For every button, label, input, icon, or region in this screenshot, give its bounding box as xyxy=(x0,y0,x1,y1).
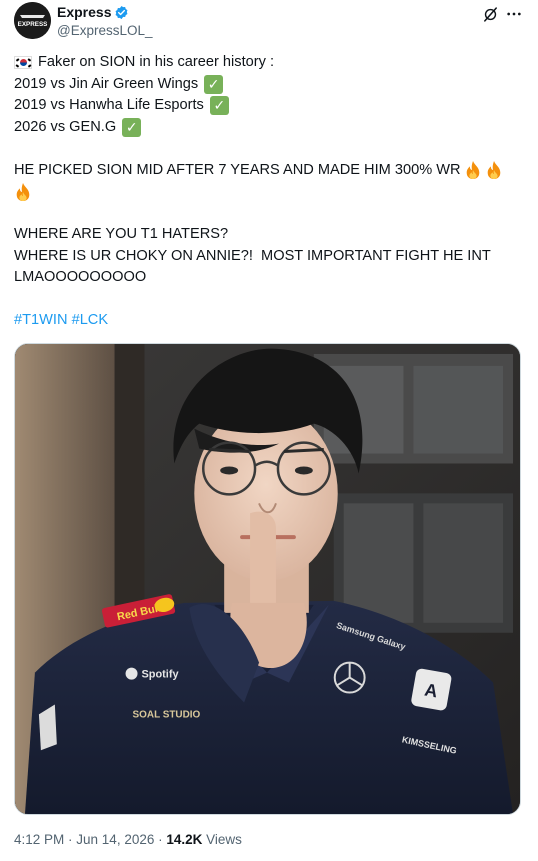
more-icon[interactable] xyxy=(504,4,524,24)
hashtag-link[interactable]: #T1WIN xyxy=(14,310,68,332)
check-mark-icon: ✓ xyxy=(204,74,224,94)
tweet-line: WHERE IS UR CHOKY ON ANNIE?! MOST IMPORT… xyxy=(14,246,524,268)
tweet-text-line: 2019 vs Jin Air Green Wings xyxy=(14,75,199,92)
author-handle[interactable]: @ExpressLOL_ xyxy=(57,23,153,38)
tweet-line: 2026 vs GEN.G ✓ xyxy=(14,117,524,139)
soal-studio-logo-text: SOAL STUDIO xyxy=(133,709,201,720)
south-korea-flag-icon xyxy=(14,56,32,70)
tweet-line: WHERE ARE YOU T1 HATERS? xyxy=(14,224,524,246)
verified-badge-icon xyxy=(116,5,128,19)
fire-icon xyxy=(466,161,479,180)
check-mark-icon: ✓ xyxy=(122,117,142,137)
fire-icon xyxy=(487,161,500,180)
tweet-line xyxy=(14,181,524,203)
tweet-time[interactable]: 4:12 PM xyxy=(14,832,64,847)
tweet-date[interactable]: Jun 14, 2026 xyxy=(76,832,154,847)
tweet-photo[interactable]: Red Bull Spotify SOAL STUDIO Samsung Gal… xyxy=(14,343,521,815)
tweet-line: 2019 vs Hanwha Life Esports ✓ xyxy=(14,95,524,117)
tweet-line: #T1WIN #LCK xyxy=(14,310,524,332)
tweet-text-line: HE PICKED SION MID AFTER 7 YEARS AND MAD… xyxy=(14,161,461,178)
tweet-line: LMAOOOOOOOOO xyxy=(14,267,524,289)
author-display-name[interactable]: Express xyxy=(57,4,111,20)
tweet-line: HE PICKED SION MID AFTER 7 YEARS AND MAD… xyxy=(14,160,524,182)
views-label: Views xyxy=(202,832,242,847)
meta-separator: · xyxy=(154,832,167,847)
avatar-text: EXPRESS xyxy=(18,21,48,28)
views-count: 14.2K xyxy=(166,832,203,847)
tweet-text-line: LMAOOOOOOOOO xyxy=(14,269,147,285)
author-avatar[interactable]: EXPRESS xyxy=(14,2,51,39)
tweet-line: Faker on SION in his career history : xyxy=(14,52,524,74)
author-name-row: Express xyxy=(57,4,129,20)
tweet-text-line: 2019 vs Hanwha Life Esports xyxy=(14,97,204,113)
tweet-text-line: WHERE IS UR CHOKY ON ANNIE?! MOST IMPORT… xyxy=(14,247,491,264)
tweet-body: Faker on SION in his career history : 20… xyxy=(14,52,524,332)
tweet-header: EXPRESS Express @ExpressLOL_ xyxy=(14,2,524,44)
tweet-text-line: WHERE ARE YOU T1 HATERS? xyxy=(14,226,229,242)
check-mark-icon: ✓ xyxy=(209,96,229,116)
hashtag-link[interactable]: #LCK xyxy=(72,310,109,332)
grok-icon[interactable] xyxy=(480,4,500,24)
tweet-line: 2019 vs Jin Air Green Wings ✓ xyxy=(14,74,524,96)
tweet-text-line: Faker on SION in his career history : xyxy=(38,54,275,70)
spotify-logo-text: Spotify xyxy=(141,669,179,681)
tweet-meta: 4:12 PM · Jun 14, 2026 · 14.2K Views xyxy=(14,832,242,847)
meta-separator: · xyxy=(64,832,77,847)
